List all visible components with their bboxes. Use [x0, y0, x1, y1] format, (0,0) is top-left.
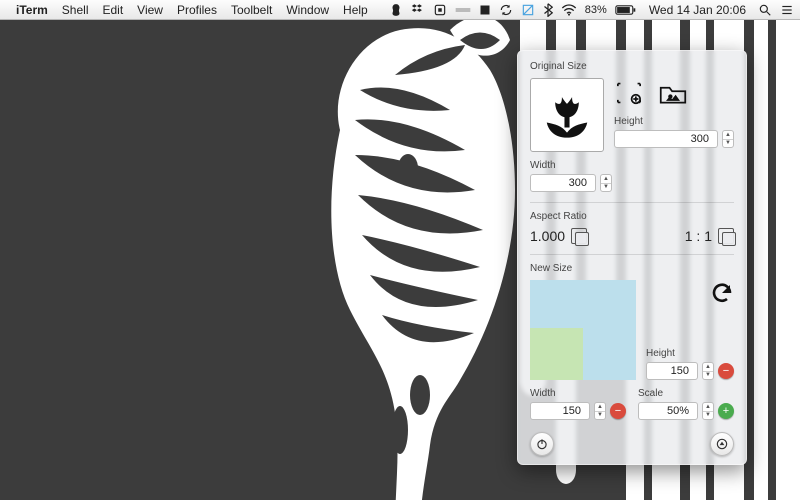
orig-height-label: Height — [614, 116, 734, 127]
orig-height-input[interactable]: 300 — [614, 130, 718, 148]
preview-new-rect — [530, 328, 583, 380]
new-height-minus-button[interactable]: − — [718, 363, 734, 379]
menuextra-app3-icon[interactable] — [479, 4, 491, 16]
menuextra-notification-icon[interactable] — [780, 3, 794, 17]
menu-edit[interactable]: Edit — [102, 3, 123, 17]
power-button[interactable] — [530, 432, 554, 456]
open-folder-button[interactable] — [658, 80, 688, 106]
scale-input[interactable]: 50% — [638, 402, 698, 420]
scale-plus-button[interactable]: + — [718, 403, 734, 419]
divider — [530, 254, 734, 255]
menuextra-disabled-icon[interactable] — [521, 3, 535, 17]
tulip-icon — [540, 87, 594, 144]
new-width-stepper[interactable]: ▲▼ — [594, 402, 606, 420]
scale-label: Scale — [638, 388, 734, 399]
menu-extras: 83% Wed 14 Jan 20:06 — [389, 3, 794, 17]
new-height-stepper[interactable]: ▲▼ — [702, 362, 714, 380]
new-width-label: Width — [530, 388, 626, 399]
menu-view[interactable]: View — [137, 3, 163, 17]
mac-menu-bar: iTerm Shell Edit View Profiles Toolbelt … — [0, 0, 800, 20]
desktop-wallpaper: Original Size — [0, 20, 800, 500]
size-preview — [530, 280, 636, 380]
aspect-ratio-label: Aspect Ratio — [530, 211, 734, 222]
menuextra-battery-pct[interactable]: 83% — [585, 4, 607, 16]
menuextra-app2-icon[interactable] — [455, 5, 471, 15]
orig-width-stepper[interactable]: ▲▼ — [600, 174, 612, 192]
original-size-label: Original Size — [530, 61, 734, 72]
resize-panel: Original Size — [517, 50, 747, 465]
orig-width-input[interactable]: 300 — [530, 174, 596, 192]
menuextra-evernote-icon[interactable] — [389, 3, 403, 17]
new-height-label: Height — [646, 348, 734, 359]
menuextra-dropbox-icon[interactable] — [411, 3, 425, 17]
divider — [530, 202, 734, 203]
capture-selection-button[interactable] — [614, 80, 644, 106]
orig-height-stepper[interactable]: ▲▼ — [722, 130, 734, 148]
copy-aspect-decimal-button[interactable] — [571, 228, 587, 244]
new-size-label: New Size — [530, 263, 734, 274]
new-height-input[interactable]: 150 — [646, 362, 698, 380]
run-button[interactable] — [710, 432, 734, 456]
menu-window[interactable]: Window — [286, 3, 329, 17]
undo-button[interactable] — [710, 280, 734, 304]
aspect-ratio-text: 1 : 1 — [685, 228, 712, 244]
scale-stepper[interactable]: ▲▼ — [702, 402, 714, 420]
menu-shell[interactable]: Shell — [62, 3, 89, 17]
menuextra-battery-icon[interactable] — [615, 4, 637, 16]
new-width-input[interactable]: 150 — [530, 402, 590, 420]
menu-toolbelt[interactable]: Toolbelt — [231, 3, 272, 17]
menuextra-spotlight-icon[interactable] — [758, 3, 772, 17]
menuextra-clock[interactable]: Wed 14 Jan 20:06 — [649, 3, 746, 17]
app-name[interactable]: iTerm — [16, 3, 48, 17]
menuextra-wifi-icon[interactable] — [561, 4, 577, 16]
aspect-decimal: 1.000 — [530, 228, 565, 244]
new-width-minus-button[interactable]: − — [610, 403, 626, 419]
original-thumbnail[interactable] — [530, 78, 604, 152]
menuextra-bluetooth-icon[interactable] — [543, 3, 553, 17]
menuextra-app1-icon[interactable] — [433, 3, 447, 17]
menu-profiles[interactable]: Profiles — [177, 3, 217, 17]
orig-width-label: Width — [530, 160, 612, 171]
copy-aspect-ratio-button[interactable] — [718, 228, 734, 244]
menu-help[interactable]: Help — [343, 3, 368, 17]
menuextra-sync-icon[interactable] — [499, 3, 513, 17]
